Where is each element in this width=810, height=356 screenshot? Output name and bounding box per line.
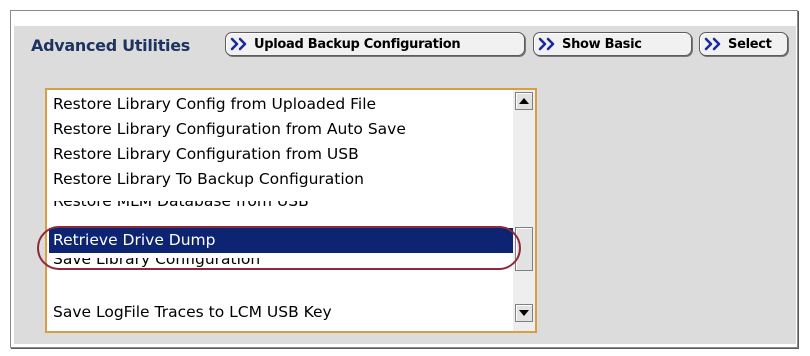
double-chevron-right-icon — [704, 37, 726, 51]
scroll-down-button[interactable] — [515, 304, 533, 322]
list-item-retrieve-drive-dump[interactable]: Retrieve Drive Dump — [49, 228, 513, 253]
utilities-listbox[interactable]: Restore Library Config from Uploaded Fil… — [45, 88, 537, 333]
scroll-thumb[interactable] — [515, 227, 533, 271]
upload-backup-configuration-button[interactable]: Upload Backup Configuration — [225, 32, 525, 56]
list-item-restore-config-auto-save[interactable]: Restore Library Configuration from Auto … — [49, 117, 513, 142]
list-item-save-library-configuration-label: Save Library Configuration — [53, 258, 261, 268]
triangle-up-icon — [519, 98, 529, 104]
double-chevron-right-icon — [538, 37, 560, 51]
list-item-save-logfile-traces[interactable]: Save LogFile Traces to LCM USB Key — [49, 300, 513, 325]
select-label: Select — [728, 36, 772, 52]
double-chevron-right-icon — [230, 37, 252, 51]
list-item-save-library-configuration[interactable]: Save Library Configuration — [49, 258, 513, 270]
select-button[interactable]: Select — [699, 32, 788, 56]
list-item-restore-backup-configuration[interactable]: Restore Library To Backup Configuration — [49, 167, 513, 192]
page-title: Advanced Utilities — [31, 35, 191, 55]
list-item-restore-mlm-database-usb-label: Restore MLM Database from USB — [53, 201, 309, 210]
list-item-restore-mlm-database-usb[interactable]: Restore MLM Database from USB — [49, 201, 513, 211]
list-item-restore-config-uploaded-file[interactable]: Restore Library Config from Uploaded Fil… — [49, 92, 513, 117]
upload-backup-configuration-label: Upload Backup Configuration — [254, 36, 461, 52]
list-item-restore-config-usb[interactable]: Restore Library Configuration from USB — [49, 142, 513, 167]
triangle-down-icon — [519, 310, 529, 316]
show-basic-label: Show Basic — [562, 36, 642, 52]
scroll-up-button[interactable] — [515, 92, 533, 110]
list-scrollbar[interactable] — [513, 90, 535, 331]
show-basic-button[interactable]: Show Basic — [533, 32, 692, 56]
